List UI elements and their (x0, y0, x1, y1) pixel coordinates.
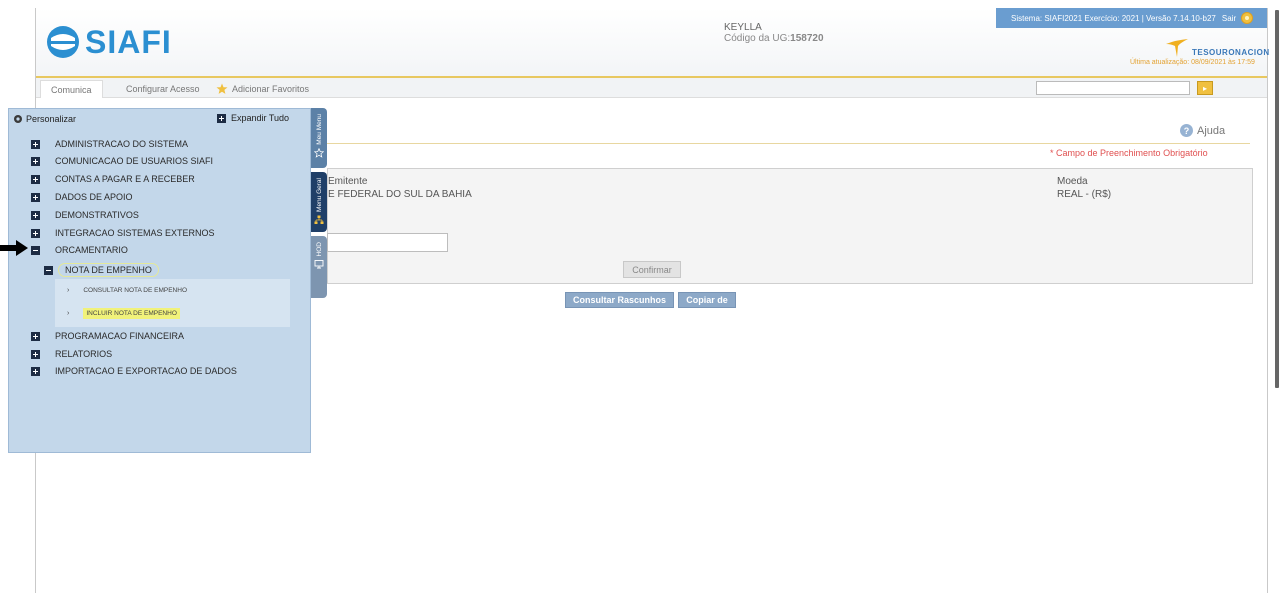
consultar-rascunhos-button[interactable]: Consultar Rascunhos (565, 292, 674, 308)
collapse-icon[interactable] (31, 245, 40, 255)
form-box (327, 168, 1253, 284)
collapse-icon[interactable] (44, 265, 53, 275)
menu-item-importacao[interactable]: IMPORTACAO E EXPORTACAO DE DADOS (31, 364, 237, 378)
menu-item-programacao[interactable]: PROGRAMACAO FINANCEIRA (31, 329, 184, 343)
tab-meu-menu[interactable]: Meu Menu (311, 108, 327, 168)
menu-item-label: IMPORTACAO E EXPORTACAO DE DADOS (55, 366, 237, 376)
emitente-value: E FEDERAL DO SUL DA BAHIA (328, 189, 472, 200)
required-note: * Campo de Preenchimento Obrigatório (1050, 148, 1208, 158)
sub-item-incluir[interactable]: › INCLUIR NOTA DE EMPENHO (67, 306, 180, 320)
menu-item-label: ADMINISTRACAO DO SISTEMA (55, 139, 189, 149)
expand-icon[interactable] (31, 349, 40, 359)
expandir-label: Expandir Tudo (231, 113, 290, 123)
menu-item-integracao[interactable]: INTEGRACAO SISTEMAS EXTERNOS (31, 226, 215, 240)
menu-item-label: DADOS DE APOIO (55, 192, 133, 202)
star-icon (216, 83, 228, 94)
logout-icon[interactable] (1241, 12, 1254, 24)
menu-item-dados-apoio[interactable]: DADOS DE APOIO (31, 190, 133, 204)
expand-icon[interactable] (31, 156, 40, 166)
menu-item-contas[interactable]: CONTAS A PAGAR E A RECEBER (31, 172, 195, 186)
sitemap-icon (314, 215, 324, 224)
siafi-window: SIAFI KEYLLA Código da UG:158720 Sistema… (0, 0, 1285, 593)
sub-item-label: INCLUIR NOTA DE EMPENHO (83, 307, 180, 319)
menu-item-demonstrativos[interactable]: DEMONSTRATIVOS (31, 208, 139, 222)
menu-panel: Personalizar Expandir Tudo ADMINISTRACAO… (8, 108, 311, 453)
tab-adicionar-favoritos[interactable]: Adicionar Favoritos (206, 80, 319, 98)
tab-comunica[interactable]: Comunica (40, 80, 103, 98)
ajuda-link[interactable]: ? Ajuda (1180, 124, 1225, 137)
menu-item-orcamentario[interactable]: ORCAMENTARIO (31, 243, 128, 257)
tab-hod[interactable]: HOD (311, 236, 327, 298)
expand-icon[interactable] (31, 210, 40, 220)
menu-item-relatorios[interactable]: RELATORIOS (31, 347, 112, 361)
user-ug: Código da UG:158720 (724, 33, 824, 44)
quick-search-go-button[interactable]: ▸ (1197, 81, 1213, 95)
menu-item-comunicacao[interactable]: COMUNICACAO DE USUARIOS SIAFI (31, 154, 213, 168)
help-icon: ? (1180, 124, 1193, 137)
quick-search-input[interactable] (1036, 81, 1190, 95)
system-info: Sistema: SIAFI2021 Exercício: 2021 | Ver… (1011, 13, 1216, 23)
nota-empenho-submenu: › CONSULTAR NOTA DE EMPENHO › INCLUIR NOTA… (55, 279, 290, 327)
menu-item-label: DEMONSTRATIVOS (55, 210, 139, 220)
tesouro-star-icon (1166, 39, 1188, 57)
scrollbar-thumb[interactable] (1275, 10, 1279, 388)
moeda-value: REAL - (R$) (1057, 189, 1112, 200)
menu-item-administracao[interactable]: ADMINISTRACAO DO SISTEMA (31, 137, 188, 151)
expand-icon[interactable] (31, 331, 40, 341)
tesouro-logo: TESOURONACIONAL (1164, 36, 1281, 58)
ug-label: Código da UG: (724, 33, 791, 44)
tesouro-text: TESOURONACIONAL (1192, 47, 1282, 57)
star-outline-icon (314, 147, 324, 158)
expand-icon[interactable] (31, 366, 40, 376)
personalizar-link[interactable]: Personalizar (26, 114, 76, 124)
tab-menu-geral[interactable]: Menu Geral (311, 172, 327, 232)
caret-right-icon: › (67, 286, 70, 294)
sub-item-label: CONSULTAR NOTA DE EMPENHO (83, 286, 187, 294)
form-input[interactable] (327, 233, 448, 252)
menu-item-label: INTEGRACAO SISTEMAS EXTERNOS (55, 228, 215, 238)
monitor-icon (314, 260, 324, 269)
expand-icon[interactable] (31, 228, 40, 238)
system-info-bar: Sistema: SIAFI2021 Exercício: 2021 | Ver… (996, 8, 1267, 28)
menu-item-label: ORCAMENTARIO (55, 245, 128, 255)
arrow-right-icon (0, 240, 28, 256)
menu-item-label: RELATORIOS (55, 349, 113, 359)
confirmar-button[interactable]: Confirmar (623, 261, 681, 278)
ajuda-label: Ajuda (1197, 124, 1226, 137)
expand-icon[interactable] (31, 139, 40, 149)
expand-icon (217, 113, 226, 123)
user-name: KEYLLA (724, 22, 762, 33)
sair-link[interactable]: Sair (1222, 14, 1236, 23)
meu-menu-label: Meu Menu (315, 114, 323, 145)
sub-item-consultar[interactable]: › CONSULTAR NOTA DE EMPENHO (67, 283, 187, 297)
tab-favoritos-label: Adicionar Favoritos (232, 84, 310, 94)
moeda-label: Moeda (1057, 176, 1088, 187)
expand-icon[interactable] (31, 192, 40, 202)
emitente-label: Emitente (328, 176, 368, 187)
copiar-de-button[interactable]: Copiar de (678, 292, 736, 308)
menu-item-label: COMUNICACAO DE USUARIOS SIAFI (55, 156, 214, 166)
menu-item-label: PROGRAMACAO FINANCEIRA (55, 331, 185, 341)
logo-text: SIAFI (85, 23, 172, 60)
siafi-logo[interactable]: SIAFI (45, 20, 175, 64)
menu-item-label: CONTAS A PAGAR E A RECEBER (55, 174, 195, 184)
caret-right-icon: › (67, 309, 70, 317)
nota-empenho-label: NOTA DE EMPENHO (58, 263, 159, 277)
menu-geral-label: Menu Geral (315, 178, 323, 212)
gear-icon[interactable] (13, 114, 23, 124)
expand-icon[interactable] (31, 174, 40, 184)
expandir-tudo-button[interactable]: Expandir Tudo (217, 113, 289, 123)
tab-configurar-acesso[interactable]: Configurar Acesso (116, 80, 210, 98)
siafi-logo-icon (47, 26, 79, 58)
content-divider (327, 143, 1250, 144)
last-update: Última atualização: 08/09/2021 às 17:59 (1130, 59, 1255, 66)
menu-item-nota-empenho[interactable]: NOTA DE EMPENHO (44, 263, 159, 277)
ug-value: 158720 (790, 33, 824, 44)
hod-label: HOD (315, 242, 323, 257)
